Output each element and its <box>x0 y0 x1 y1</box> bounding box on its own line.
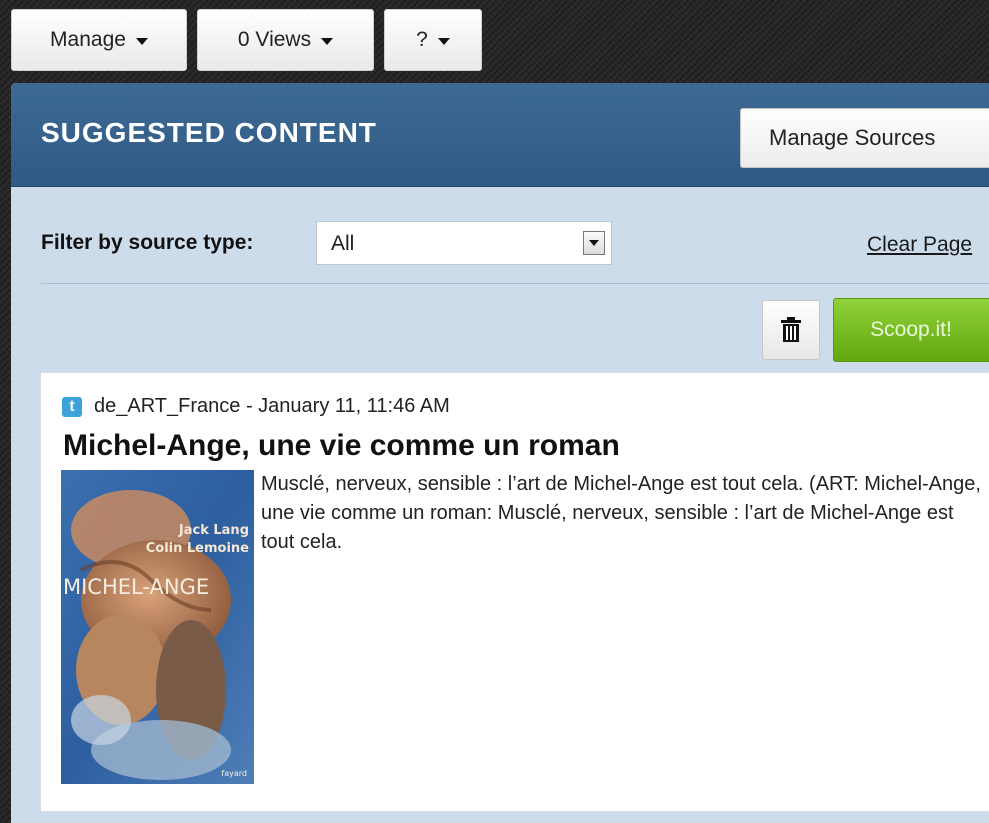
cover-title: MICHEL-ANGE <box>63 575 209 599</box>
panel-title: SUGGESTED CONTENT <box>41 117 377 148</box>
meta-separator: - <box>240 395 259 417</box>
manage-label: Manage <box>50 28 126 51</box>
divider <box>41 283 989 284</box>
help-dropdown-button[interactable]: ? <box>384 9 482 71</box>
panel-header: SUGGESTED CONTENT Manage Sources <box>11 83 989 187</box>
item-date: January 11, 11:46 AM <box>258 395 450 417</box>
scoop-it-button[interactable]: Scoop.it! <box>833 298 989 362</box>
cover-author-1: Jack Lang <box>178 523 249 538</box>
item-title[interactable]: Michel-Ange, une vie comme un roman <box>63 429 620 463</box>
item-source[interactable]: de_ART_France <box>94 395 240 418</box>
caret-down-icon <box>437 37 450 45</box>
delete-button[interactable] <box>762 300 820 360</box>
source-type-value: All <box>331 232 355 255</box>
cover-publisher: fayard <box>221 769 247 778</box>
views-dropdown-button[interactable]: 0 Views <box>197 9 374 71</box>
item-description: Musclé, nerveux, sensible : l’art de Mic… <box>261 473 981 553</box>
filter-label: Filter by source type: <box>41 231 254 254</box>
manage-sources-button[interactable]: Manage Sources <box>740 108 989 168</box>
manage-dropdown-button[interactable]: Manage <box>11 9 187 71</box>
cover-author-2: Colin Lemoine <box>146 541 249 556</box>
caret-down-icon <box>135 37 148 45</box>
twitter-icon: t <box>62 396 82 417</box>
book-cover-image: Jack Lang Colin Lemoine MICHEL-ANGE faya… <box>61 470 254 784</box>
item-thumbnail[interactable]: Jack Lang Colin Lemoine MICHEL-ANGE faya… <box>61 470 254 784</box>
clear-page-link[interactable]: Clear Page <box>867 233 972 257</box>
suggested-content-panel: SUGGESTED CONTENT Manage Sources Filter … <box>11 83 989 823</box>
item-meta: t de_ART_France - January 11, 11:46 AM <box>62 395 450 418</box>
caret-down-icon <box>321 37 334 45</box>
trash-icon <box>781 317 801 342</box>
dropdown-arrow-icon[interactable] <box>583 231 605 255</box>
suggested-item-card: t de_ART_France - January 11, 11:46 AM M… <box>40 372 989 812</box>
help-label: ? <box>416 28 428 51</box>
views-label: 0 Views <box>237 28 312 51</box>
source-type-select[interactable]: All <box>316 221 612 265</box>
